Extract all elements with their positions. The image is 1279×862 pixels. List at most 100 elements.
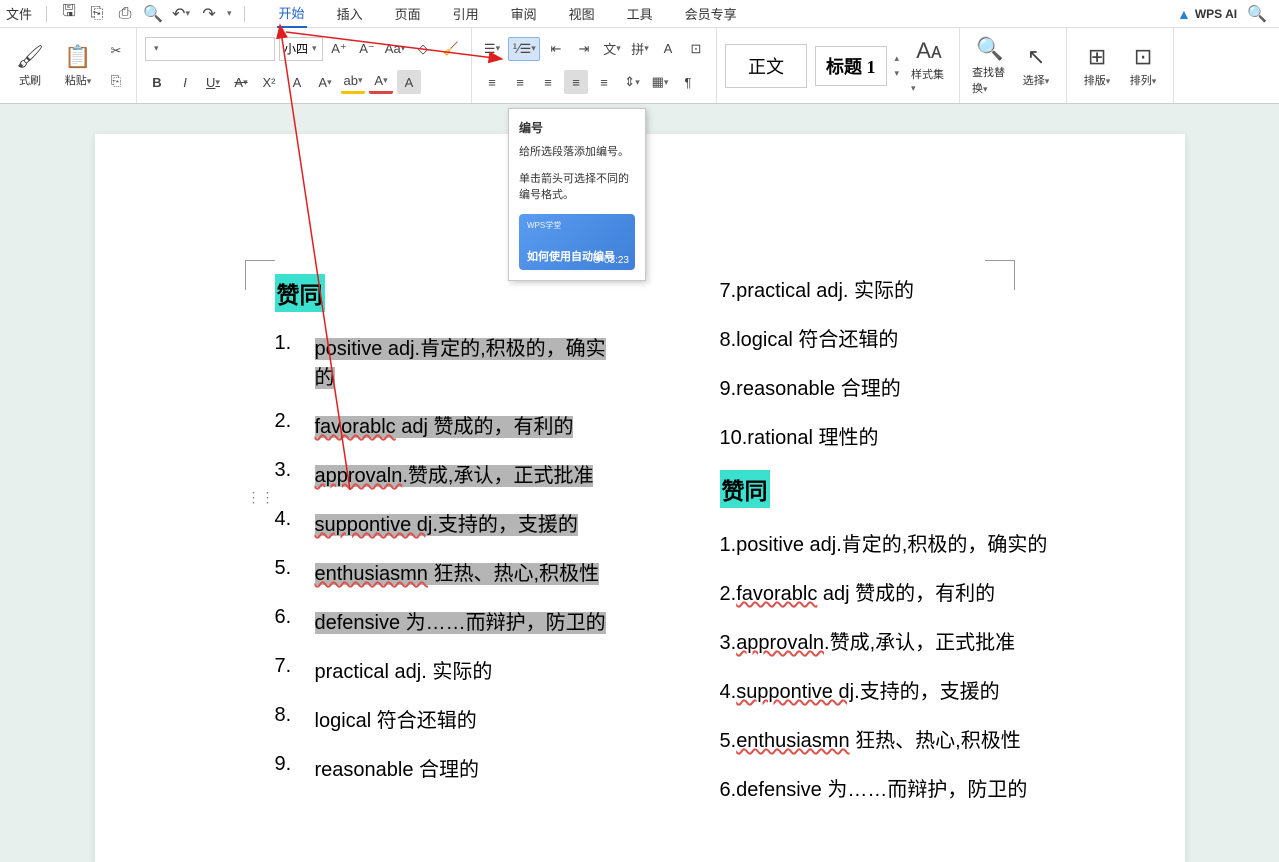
style-scroll-down-icon[interactable]: ▾ <box>895 68 900 79</box>
layout1-button[interactable]: ⊞排版▾ <box>1075 40 1119 92</box>
list-item[interactable]: 2.favorablc adj 赞成的，有利的 <box>720 577 1125 606</box>
save-icon[interactable]: 🖫 <box>59 4 79 24</box>
search-icon[interactable]: 🔍 <box>1247 4 1267 24</box>
layout2-button[interactable]: ⊡排列▾ <box>1121 40 1165 92</box>
layout1-label: 排版▾ <box>1084 72 1111 88</box>
export-icon[interactable]: ⎘ <box>87 4 107 24</box>
increase-indent-button[interactable]: ⇥ <box>572 37 596 61</box>
font-name-select[interactable]: ▾ <box>145 37 275 61</box>
char-border-button[interactable]: A <box>656 37 680 61</box>
select-button[interactable]: ↖选择▾ <box>1014 40 1058 92</box>
phonetic-button[interactable]: 拼▾ <box>628 37 652 61</box>
list-item[interactable]: 7.practical adj. 实际的 <box>720 274 1125 303</box>
bold-button[interactable]: B <box>145 70 169 94</box>
chevron-down-icon: ▾ <box>154 43 159 54</box>
increase-font-button[interactable]: A⁺ <box>327 37 351 61</box>
italic-button[interactable]: I <box>173 70 197 94</box>
decrease-font-button[interactable]: A⁻ <box>355 37 379 61</box>
char-shading-button[interactable]: ⊡ <box>684 37 708 61</box>
tab-reference[interactable]: 引用 <box>451 0 481 27</box>
decrease-indent-button[interactable]: ⇤ <box>544 37 568 61</box>
brush-icon: 🖌 <box>16 44 44 70</box>
tab-tools[interactable]: 工具 <box>625 0 655 27</box>
align-justify-button[interactable]: ≡ <box>564 70 588 94</box>
file-menu[interactable]: 文件 <box>4 0 34 27</box>
underline-button[interactable]: U▾ <box>201 70 225 94</box>
bullets-button[interactable]: ☰▾ <box>480 37 504 61</box>
item-text: enthusiasmn 狂热、热心,积极性 <box>315 557 680 586</box>
paste-button[interactable]: 📋粘贴▾ <box>56 40 100 92</box>
style-normal[interactable]: 正文 <box>725 44 807 88</box>
layout-group: ⊞排版▾ ⊡排列▾ <box>1067 28 1174 103</box>
item-text: 10.rational 理性的 <box>720 421 1125 450</box>
item-text: 1.positive adj.肯定的,积极的，确实的 <box>720 528 1125 557</box>
preview-icon[interactable]: 🔍 <box>143 4 163 24</box>
item-number: 2. <box>275 410 315 433</box>
list-item[interactable]: 1.positive adj.肯定的,积极的，确实的 <box>275 332 680 390</box>
print-icon[interactable]: ⎙ <box>115 4 135 24</box>
shading-button[interactable]: A <box>397 70 421 94</box>
tab-member[interactable]: 会员专享 <box>683 0 739 27</box>
qat-dropdown-icon[interactable]: ▾ <box>227 8 232 19</box>
clear-icon[interactable]: 🧹 <box>439 37 463 61</box>
undo-icon[interactable]: ↶▾ <box>171 4 191 24</box>
list-item[interactable]: 4.suppontive dj.支持的，支援的 <box>275 508 680 537</box>
list-item[interactable]: 8.logical 符合还辑的 <box>720 323 1125 352</box>
wps-ai-button[interactable]: ▲WPS AI <box>1177 6 1237 22</box>
drag-handle-icon[interactable]: ⋮⋮ <box>247 489 275 506</box>
tab-insert[interactable]: 插入 <box>335 0 365 27</box>
styles-button[interactable]: Aᴀ样式集▾ <box>907 34 951 98</box>
tab-start[interactable]: 开始 <box>277 0 307 28</box>
strikethrough-button[interactable]: A▾ <box>229 70 253 94</box>
list-item[interactable]: 5.enthusiasmn 狂热、热心,积极性 <box>720 724 1125 753</box>
list-item[interactable]: 6.defensive 为……而辩护，防卫的 <box>720 773 1125 802</box>
cut-icon[interactable]: ✂ <box>104 39 128 63</box>
styles-label: 样式集▾ <box>911 66 947 94</box>
list-item[interactable]: 2.favorablc adj 赞成的，有利的 <box>275 410 680 439</box>
list-item[interactable]: 5.enthusiasmn 狂热、热心,积极性 <box>275 557 680 586</box>
editing-group: 🔍查找替换▾ ↖选择▾ <box>960 28 1067 103</box>
list-item[interactable]: 9.reasonable 合理的 <box>275 753 680 782</box>
align-left-button[interactable]: ≡ <box>480 70 504 94</box>
numbering-button[interactable]: ⅟☰▾ <box>508 37 540 61</box>
tab-review[interactable]: 审阅 <box>509 0 539 27</box>
style-heading1[interactable]: 标题 1 <box>815 46 887 86</box>
text-direction-button[interactable]: 文▾ <box>600 37 624 61</box>
menubar-right: ▲WPS AI 🔍 <box>1177 4 1279 24</box>
line-spacing-button[interactable]: ⇕▾ <box>620 70 644 94</box>
find-replace-button[interactable]: 🔍查找替换▾ <box>968 32 1012 100</box>
item-text: defensive 为……而辩护，防卫的 <box>315 606 680 635</box>
list-item[interactable]: 7.practical adj. 实际的 <box>275 655 680 684</box>
font-color-button[interactable]: A▾ <box>369 70 393 94</box>
copy-icon[interactable]: ⎘ <box>104 69 128 93</box>
search-icon: 🔍 <box>976 36 1003 62</box>
tab-view[interactable]: 视图 <box>567 0 597 27</box>
subscript-button[interactable]: A <box>285 70 309 94</box>
highlight-color-button[interactable]: ab▾ <box>341 70 365 94</box>
clear-format-button[interactable]: ◇ <box>411 37 435 61</box>
list-item[interactable]: 10.rational 理性的 <box>720 421 1125 450</box>
list-item[interactable]: 1.positive adj.肯定的,积极的，确实的 <box>720 528 1125 557</box>
list-item[interactable]: 9.reasonable 合理的 <box>720 372 1125 401</box>
list-item[interactable]: 6.defensive 为……而辩护，防卫的 <box>275 606 680 635</box>
show-marks-button[interactable]: ¶ <box>676 70 700 94</box>
list-item[interactable]: 4.suppontive dj.支持的，支援的 <box>720 675 1125 704</box>
align-right-button[interactable]: ≡ <box>536 70 560 94</box>
style-scroll-up-icon[interactable]: ▴ <box>895 53 900 64</box>
distribute-button[interactable]: ≡ <box>592 70 616 94</box>
font-size-select[interactable]: 小四▾ <box>279 37 323 61</box>
tooltip-video[interactable]: WPS学堂 如何使用自动编号 ⊙03:23 <box>519 214 635 270</box>
change-case-button[interactable]: Aa▾ <box>383 37 407 61</box>
list-item[interactable]: 3.approvaln.赞成,承认，正式批准 <box>720 626 1125 655</box>
superscript-button[interactable]: X² <box>257 70 281 94</box>
emphasis-button[interactable]: A▾ <box>313 70 337 94</box>
divider <box>244 6 245 22</box>
borders-button[interactable]: ▦▾ <box>648 70 672 94</box>
list-item[interactable]: 8.logical 符合还辑的 <box>275 704 680 733</box>
align-center-button[interactable]: ≡ <box>508 70 532 94</box>
list-item[interactable]: 3.approvaln.赞成,承认，正式批准 <box>275 459 680 488</box>
redo-icon[interactable]: ↷ <box>199 4 219 24</box>
numbering-tooltip: 编号 给所选段落添加编号。 单击箭头可选择不同的编号格式。 WPS学堂 如何使用… <box>508 108 646 281</box>
tab-page[interactable]: 页面 <box>393 0 423 27</box>
format-painter-button[interactable]: 🖌式刷 <box>8 40 52 92</box>
